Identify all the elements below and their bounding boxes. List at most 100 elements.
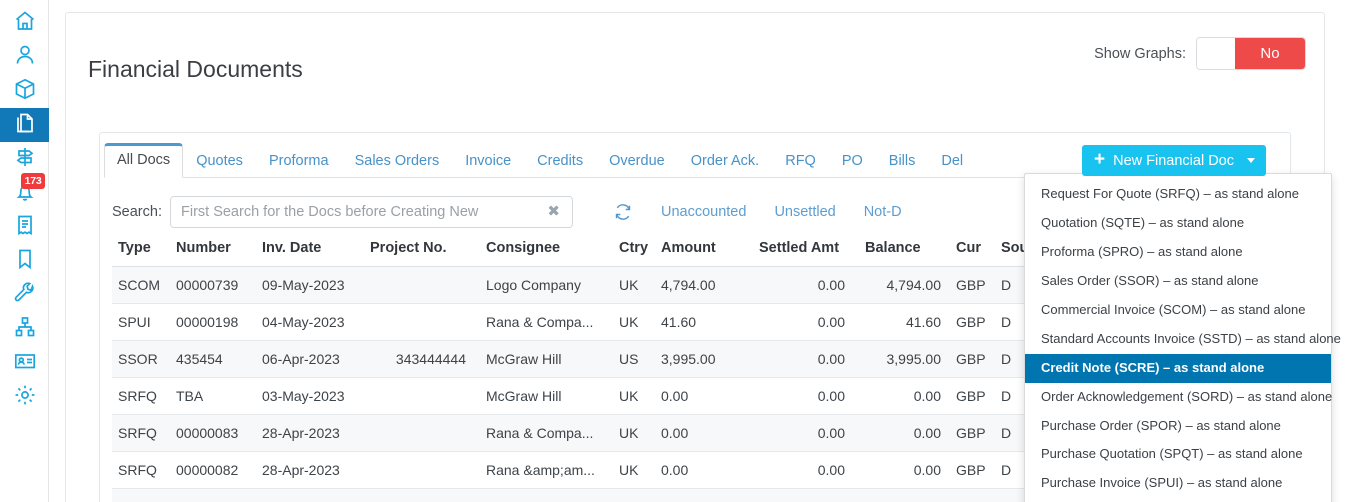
- col-project-no[interactable]: Project No.: [368, 237, 478, 267]
- cell-consignee: Rana & Compa...: [478, 303, 613, 341]
- show-graphs-toggle[interactable]: No: [1196, 37, 1306, 70]
- sidebar-item-shipments[interactable]: [0, 142, 49, 176]
- table-row[interactable]: SCOM 00000739 09-May-2023 Logo Company U…: [112, 266, 1052, 304]
- link-not-d[interactable]: Not-D: [864, 204, 902, 220]
- col-cur[interactable]: Cur: [947, 237, 992, 267]
- search-input[interactable]: [178, 198, 539, 226]
- cell-number: TBA: [170, 377, 256, 415]
- sidebar-item-documents[interactable]: [0, 108, 49, 142]
- col-settled-amt[interactable]: Settled Amt: [749, 237, 859, 267]
- cell-balance: 0.00: [859, 377, 947, 415]
- search-label: Search:: [112, 204, 162, 220]
- sidebar-item-invoices[interactable]: [0, 210, 49, 244]
- table-row[interactable]: SSOR 435454 06-Apr-2023 343444444 McGraw…: [112, 340, 1052, 378]
- dropdown-item-sord[interactable]: Order Acknowledgement (SORD) – as stand …: [1025, 383, 1332, 412]
- col-consignee[interactable]: Consignee: [478, 237, 613, 267]
- cell-project-no: [368, 266, 478, 304]
- dropdown-item-ssor[interactable]: Sales Order (SSOR) – as stand alone: [1025, 267, 1331, 296]
- sidebar-item-products[interactable]: [0, 74, 49, 108]
- sidebar-item-account[interactable]: [0, 346, 49, 380]
- dropdown-item-scom[interactable]: Commercial Invoice (SCOM) – as stand alo…: [1025, 296, 1331, 325]
- cell-balance: 41.60: [859, 303, 947, 341]
- tab-proforma[interactable]: Proforma: [256, 146, 342, 178]
- table-row[interactable]: SSOR TBA 26-Apr-2023 - UK 1,620.00 0.00 …: [112, 488, 1052, 502]
- tab-del[interactable]: Del: [928, 146, 976, 178]
- tab-invoice[interactable]: Invoice: [452, 146, 524, 178]
- clear-icon[interactable]: ✖: [547, 204, 560, 219]
- cell-cur: GBP: [947, 451, 992, 489]
- cell-project-no: [368, 488, 478, 502]
- notification-badge: 173: [21, 173, 45, 189]
- dropdown-item-spqt[interactable]: Purchase Quotation (SPQT) – as stand alo…: [1025, 440, 1331, 469]
- tab-all-docs[interactable]: All Docs: [104, 143, 184, 178]
- cell-consignee: Rana &amp;am...: [478, 451, 613, 489]
- cell-settled: 0.00: [749, 451, 859, 489]
- table-row[interactable]: SRFQ 00000082 28-Apr-2023 Rana &amp;am..…: [112, 451, 1052, 489]
- cell-cur: GBP: [947, 266, 992, 304]
- sidebar-item-home[interactable]: [0, 6, 49, 40]
- cell-number: 00000082: [170, 451, 256, 489]
- dropdown-item-spor[interactable]: Purchase Order (SPOR) – as stand alone: [1025, 412, 1331, 441]
- col-number[interactable]: Number: [170, 237, 256, 267]
- search-box[interactable]: ✖: [169, 196, 573, 228]
- tab-po[interactable]: PO: [829, 146, 876, 178]
- col-inv-date[interactable]: Inv. Date: [256, 237, 368, 267]
- cell-inv-date: 06-Apr-2023: [256, 340, 368, 378]
- documents-icon: [13, 111, 37, 140]
- sidebar-item-organisation[interactable]: [0, 312, 49, 346]
- link-unaccounted[interactable]: Unaccounted: [661, 204, 746, 220]
- table-row[interactable]: SRFQ 00000083 28-Apr-2023 Rana & Compa..…: [112, 414, 1052, 452]
- tab-credits[interactable]: Credits: [524, 146, 596, 178]
- sidebar-item-bookmarks[interactable]: [0, 244, 49, 278]
- cell-cur: GBP: [947, 377, 992, 415]
- cell-type: SRFQ: [112, 414, 170, 452]
- link-unsettled[interactable]: Unsettled: [774, 204, 835, 220]
- dropdown-item-srfq[interactable]: Request For Quote (SRFQ) – as stand alon…: [1025, 180, 1331, 209]
- dropdown-item-spui[interactable]: Purchase Invoice (SPUI) – as stand alone: [1025, 469, 1331, 498]
- dropdown-item-scre[interactable]: Credit Note (SCRE) – as stand alone: [1025, 353, 1331, 383]
- cell-ctry: UK: [613, 303, 653, 341]
- cell-project-no: [368, 377, 478, 415]
- cell-number: 00000198: [170, 303, 256, 341]
- col-amount[interactable]: Amount: [653, 237, 749, 267]
- cell-ctry: UK: [613, 377, 653, 415]
- col-balance[interactable]: Balance: [859, 237, 947, 267]
- table-header-row: Type Number Inv. Date Project No. Consig…: [112, 237, 1052, 267]
- table-row[interactable]: SPUI 00000198 04-May-2023 Rana & Compa..…: [112, 303, 1052, 341]
- cell-inv-date: 28-Apr-2023: [256, 414, 368, 452]
- dropdown-item-sstd[interactable]: Standard Accounts Invoice (SSTD) – as st…: [1025, 325, 1341, 354]
- cell-consignee: McGraw Hill: [478, 340, 613, 378]
- sitemap-icon: [13, 315, 37, 344]
- refresh-icon[interactable]: [613, 202, 633, 222]
- show-graphs-control: Show Graphs: No: [1094, 37, 1306, 70]
- table-row[interactable]: SRFQ TBA 03-May-2023 McGraw Hill UK 0.00…: [112, 377, 1052, 415]
- box-icon: [13, 77, 37, 106]
- cell-amount: 3,995.00: [653, 340, 749, 378]
- sidebar-item-notifications[interactable]: 173: [0, 173, 49, 210]
- col-ctry[interactable]: Ctry: [613, 237, 653, 267]
- tab-overdue[interactable]: Overdue: [596, 146, 678, 178]
- sidebar: 173: [0, 0, 49, 502]
- sidebar-item-tools[interactable]: [0, 278, 49, 312]
- cell-cur: GBP: [947, 488, 992, 502]
- tab-sales-orders[interactable]: Sales Orders: [342, 146, 453, 178]
- cell-amount: 0.00: [653, 414, 749, 452]
- tab-order-ack[interactable]: Order Ack.: [678, 146, 773, 178]
- tab-rfq[interactable]: RFQ: [772, 146, 829, 178]
- cell-consignee: McGraw Hill: [478, 377, 613, 415]
- chevron-down-icon[interactable]: [1247, 158, 1255, 163]
- cell-ctry: UK: [613, 451, 653, 489]
- col-type[interactable]: Type: [112, 237, 170, 267]
- dropdown-item-spcn[interactable]: Purchase Credit Note (SPCN) – as stand a…: [1025, 498, 1331, 502]
- tab-quotes[interactable]: Quotes: [183, 146, 256, 178]
- cell-balance: 1,620.00: [859, 488, 947, 502]
- cell-type: SRFQ: [112, 377, 170, 415]
- cell-inv-date: 28-Apr-2023: [256, 451, 368, 489]
- sidebar-item-contacts[interactable]: [0, 40, 49, 74]
- bookmark-icon: [13, 247, 37, 276]
- dropdown-item-spro[interactable]: Proforma (SPRO) – as stand alone: [1025, 238, 1331, 267]
- sidebar-item-settings[interactable]: [0, 380, 49, 414]
- tab-bills[interactable]: Bills: [876, 146, 929, 178]
- new-financial-doc-button[interactable]: + New Financial Doc: [1082, 145, 1266, 176]
- dropdown-item-sqte[interactable]: Quotation (SQTE) – as stand alone: [1025, 209, 1331, 238]
